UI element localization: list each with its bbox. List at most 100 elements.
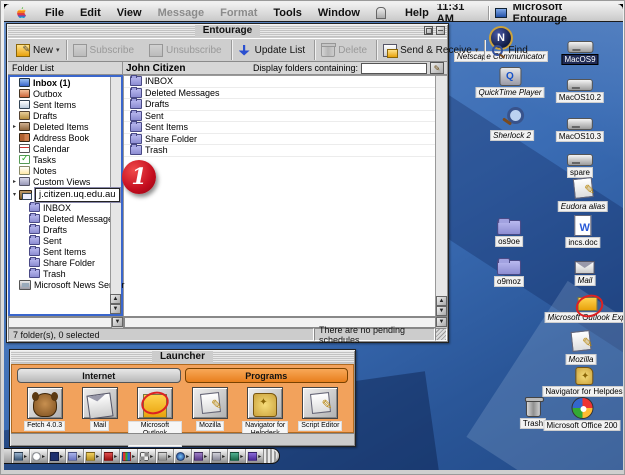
control-strip-module[interactable]: ▸: [228, 449, 246, 463]
control-strip[interactable]: ▸ ▸ ▸ ▸ ▸: [4, 448, 280, 464]
desktop-icon[interactable]: Microsoft Office 200: [544, 396, 621, 431]
summary-row[interactable]: Deleted Messages: [124, 88, 435, 100]
launcher-button[interactable]: [302, 387, 338, 419]
menu-item[interactable]: Tools: [265, 7, 310, 19]
desktop-icon[interactable]: Mail: [575, 254, 596, 286]
folder-list-item[interactable]: Inbox (1): [10, 77, 110, 88]
summary-row[interactable]: Sent: [124, 111, 435, 123]
control-strip-handle[interactable]: [4, 449, 12, 463]
folder-summary-pane[interactable]: INBOX Deleted Messages Drafts: [123, 75, 447, 316]
desktop-icon[interactable]: o9moz: [494, 254, 524, 287]
control-strip-tab[interactable]: [264, 449, 277, 463]
toolbar-button[interactable]: New ▾: [10, 40, 66, 60]
folder-list-item[interactable]: Share Folder: [10, 257, 110, 268]
scroll-down-button[interactable]: ▼: [436, 306, 447, 316]
scroll-arrow-button[interactable]: ▼: [436, 317, 447, 327]
launcher-button[interactable]: [137, 387, 173, 419]
control-strip-module[interactable]: ▸: [192, 449, 210, 463]
desktop-icon[interactable]: MacOS10.3: [556, 109, 604, 142]
resize-grip[interactable]: [435, 328, 447, 341]
menu-item[interactable]: Help: [397, 7, 437, 19]
folder-pane-hscrollbar[interactable]: ▼: [8, 317, 124, 328]
launcher-tab[interactable]: Internet: [17, 368, 181, 383]
scroll-up-button[interactable]: ▲: [110, 294, 121, 304]
control-strip-module[interactable]: ▸: [102, 449, 120, 463]
folder-list-item[interactable]: Trash: [10, 268, 110, 279]
toolbar-button[interactable]: Delete: [314, 40, 376, 60]
folder-list-item[interactable]: Tasks: [10, 154, 110, 165]
control-strip-module[interactable]: ▸: [66, 449, 84, 463]
summary-row[interactable]: Drafts: [124, 99, 435, 111]
desktop-icon[interactable]: QuickTime Player: [475, 64, 544, 98]
application-menu[interactable]: Microsoft Entourage: [513, 4, 615, 25]
desktop-icon[interactable]: incs.doc: [565, 214, 600, 248]
menu-item[interactable]: Message: [150, 7, 212, 19]
entourage-window[interactable]: Entourage New ▾ Subscribe: [6, 23, 449, 343]
control-strip-module[interactable]: ▸: [84, 449, 102, 463]
folder-list-item[interactable]: Address Book: [10, 132, 110, 143]
menu-item[interactable]: [368, 7, 397, 19]
desktop-icon[interactable]: Navigator for Helpdes: [542, 364, 623, 397]
entourage-title-bar[interactable]: Entourage: [8, 25, 447, 37]
control-strip-module[interactable]: ▸: [246, 449, 264, 463]
folder-list-item-account[interactable]: ▾ j.citizen.uq.edu.au 1: [10, 187, 110, 202]
desktop-icon[interactable]: Eudora alias: [558, 176, 608, 212]
desktop-icon[interactable]: Trash: [520, 396, 546, 429]
launcher-title-bar[interactable]: Launcher: [11, 351, 354, 363]
scroll-arrow-button[interactable]: ▼: [112, 317, 123, 327]
folder-list-item[interactable]: Deleted Messages: [10, 213, 110, 224]
disclosure-triangle-icon[interactable]: ▾: [10, 191, 19, 198]
desktop-icon[interactable]: Sherlock 2: [490, 105, 534, 141]
folder-list-item[interactable]: Outbox: [10, 88, 110, 99]
scroll-up-button[interactable]: ▲: [436, 296, 447, 306]
summary-row[interactable]: Trash: [124, 145, 435, 157]
control-strip-module[interactable]: ▸: [120, 449, 138, 463]
folder-list-item[interactable]: Drafts: [10, 224, 110, 235]
desktop-icon[interactable]: MacOS10.2: [556, 70, 604, 103]
control-strip-module[interactable]: ▸: [174, 449, 192, 463]
toolbar-button[interactable]: Update List: [231, 40, 315, 60]
scroll-down-button[interactable]: ▼: [110, 304, 121, 314]
summary-row[interactable]: Sent Items: [124, 122, 435, 134]
desktop-icon[interactable]: Mozilla: [566, 329, 597, 365]
apple-menu[interactable]: [12, 6, 37, 19]
scroll-track[interactable]: [8, 317, 112, 328]
folder-list-item[interactable]: Microsoft News Server: [10, 279, 110, 290]
disclosure-triangle-icon[interactable]: ▸: [10, 123, 19, 130]
menu-item[interactable]: File: [37, 7, 72, 19]
folder-list-item[interactable]: ▸ Custom Views: [10, 176, 110, 187]
launcher-button[interactable]: [82, 387, 118, 419]
edit-pencil-button[interactable]: ✎: [430, 62, 444, 74]
menu-clock[interactable]: 11:31 AM: [437, 4, 482, 25]
desktop-icon[interactable]: MacOS9: [561, 32, 598, 65]
control-strip-module[interactable]: ▸: [48, 449, 66, 463]
menu-item[interactable]: Edit: [72, 7, 109, 19]
launcher-button[interactable]: [192, 387, 228, 419]
summary-row[interactable]: INBOX: [124, 76, 435, 88]
launcher-bottom-scrollbar[interactable]: [11, 433, 354, 445]
folder-list-item[interactable]: Sent Items: [10, 99, 110, 110]
launcher-button[interactable]: [247, 387, 283, 419]
control-strip-module[interactable]: ▸: [138, 449, 156, 463]
zoom-box-button[interactable]: [424, 26, 433, 35]
toolbar-button[interactable]: Unsubscribe: [143, 40, 231, 60]
launcher-tab[interactable]: Programs: [185, 368, 349, 383]
control-strip-module[interactable]: ▸: [12, 449, 30, 463]
folder-list-item[interactable]: Sent Items: [10, 246, 110, 257]
summary-row[interactable]: Share Folder: [124, 134, 435, 146]
menu-item[interactable]: View: [109, 7, 150, 19]
control-strip-module[interactable]: ▸: [30, 449, 48, 463]
control-strip-module[interactable]: ▸: [210, 449, 228, 463]
folder-list-pane[interactable]: Inbox (1) Outbox: [8, 75, 123, 316]
menu-item[interactable]: Format: [212, 7, 265, 19]
disclosure-triangle-icon[interactable]: ▸: [10, 178, 19, 185]
folder-list-item[interactable]: Sent: [10, 235, 110, 246]
toolbar-button[interactable]: Send & Receive ▾: [376, 40, 484, 60]
account-name-edit-field[interactable]: j.citizen.uq.edu.au: [35, 188, 120, 202]
folder-list-item[interactable]: Notes: [10, 165, 110, 176]
launcher-window[interactable]: Launcher Internet Programs: [9, 349, 356, 447]
control-strip-module[interactable]: ▸: [156, 449, 174, 463]
toolbar-button[interactable]: Find: [484, 40, 536, 60]
folder-list-item[interactable]: INBOX: [10, 202, 110, 213]
folder-list-item[interactable]: Drafts: [10, 110, 110, 121]
